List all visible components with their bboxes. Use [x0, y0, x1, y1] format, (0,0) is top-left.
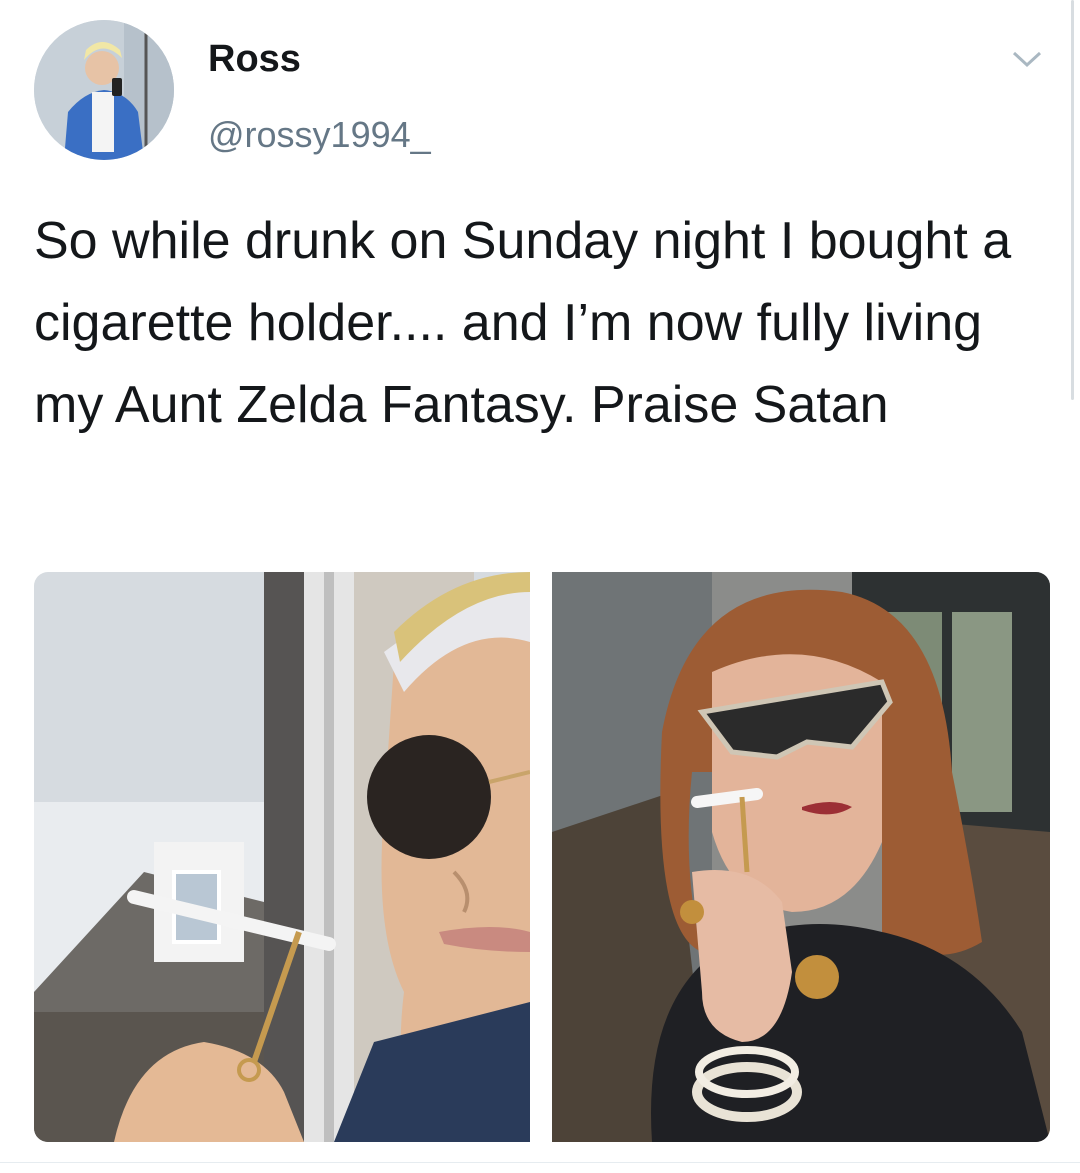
photo-selfie[interactable] [34, 572, 530, 1142]
tweet-header: Ross @rossy1994_ [34, 20, 1044, 160]
divider [0, 1162, 1080, 1163]
tweet-media [34, 572, 1050, 1142]
avatar[interactable] [34, 20, 174, 160]
chevron-down-icon[interactable] [1010, 48, 1044, 70]
display-name[interactable]: Ross [208, 38, 301, 81]
user-handle[interactable]: @rossy1994_ [208, 114, 431, 156]
photo-aunt-zelda[interactable] [552, 572, 1050, 1142]
scrollbar[interactable] [1071, 0, 1074, 400]
tweet-text: So while drunk on Sunday night I bought … [34, 212, 1012, 434]
